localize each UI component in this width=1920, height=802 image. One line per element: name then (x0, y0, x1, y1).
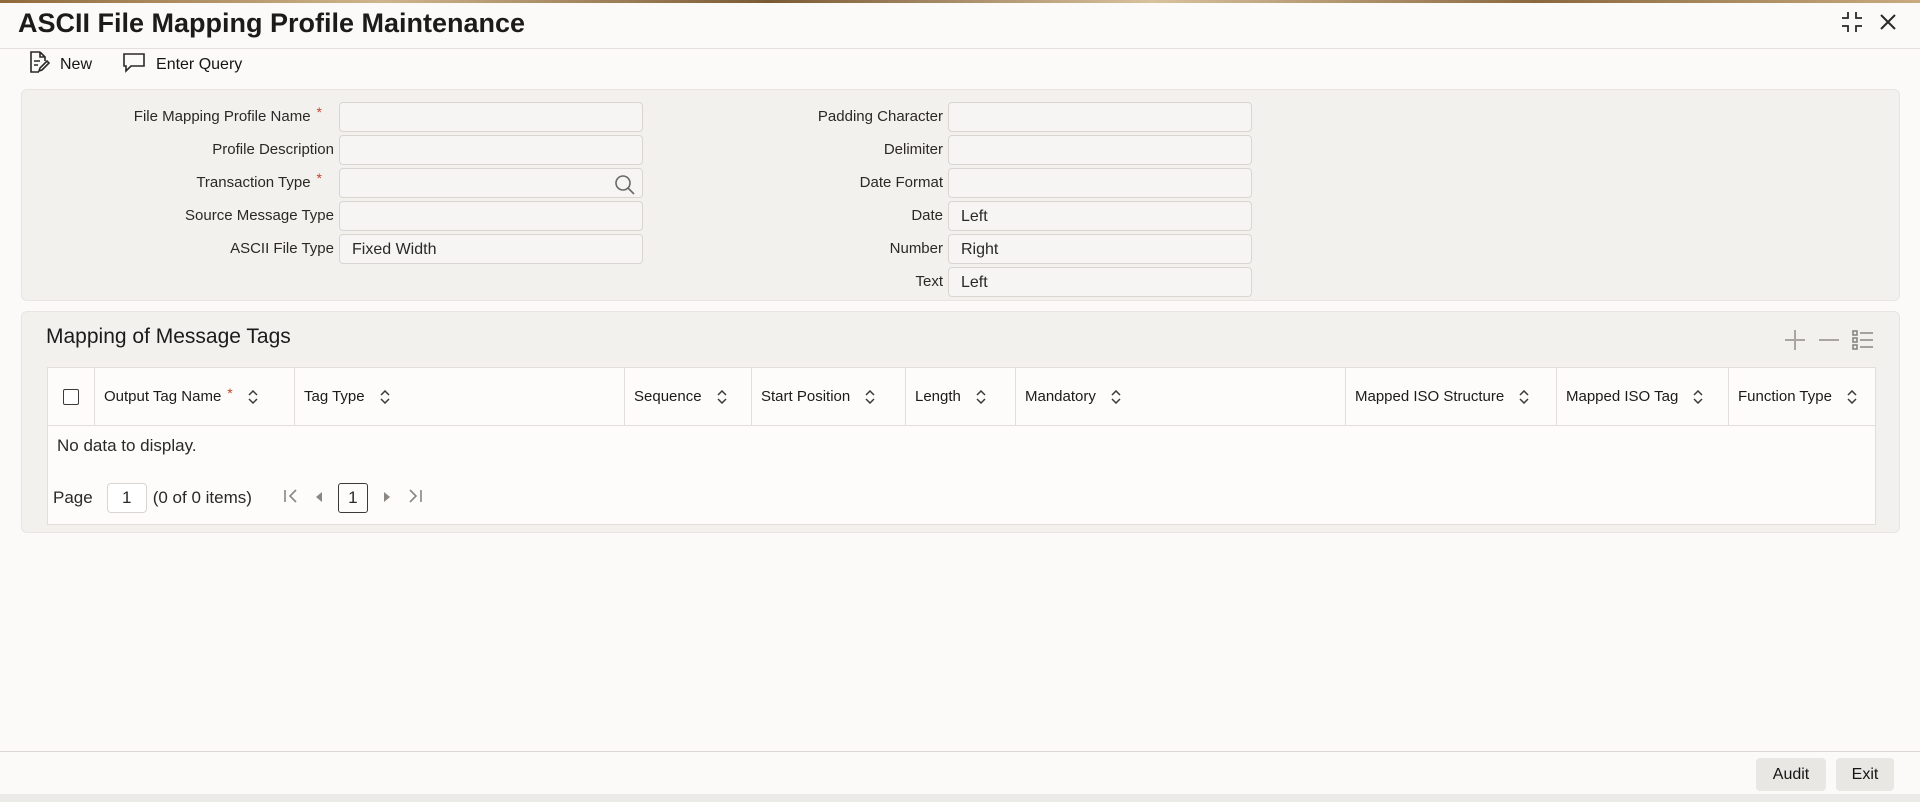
date-format-label: Date Format (859, 174, 943, 191)
date-label: Date (911, 207, 943, 224)
list-view-icon[interactable] (1851, 328, 1875, 357)
enter-query-button[interactable]: Enter Query (122, 51, 242, 78)
sort-icon[interactable] (1692, 389, 1704, 404)
sort-icon[interactable] (975, 389, 987, 404)
enter-query-label: Enter Query (156, 55, 243, 73)
transaction-type-label: Transaction Type * (196, 170, 322, 191)
mapping-table: Output Tag Name * Tag Type Sequence Start… (47, 367, 1876, 525)
date-alignment-select[interactable]: Left (948, 201, 1252, 231)
profile-description-label: Profile Description (212, 141, 334, 158)
number-alignment-select[interactable]: Right (948, 234, 1252, 264)
profile-description-input[interactable] (339, 135, 643, 165)
required-marker: * (316, 170, 322, 186)
mapping-panel: Mapping of Message Tags Output Tag Name * (21, 311, 1900, 533)
grid-controls (1783, 328, 1875, 357)
sort-icon[interactable] (1518, 389, 1530, 404)
sort-icon[interactable] (864, 389, 876, 404)
items-count: (0 of 0 items) (152, 488, 252, 507)
last-page-icon[interactable] (406, 488, 424, 509)
toolbar: New Enter Query (26, 50, 242, 79)
sort-icon[interactable] (379, 389, 391, 404)
col-mapped-iso-tag[interactable]: Mapped ISO Tag (1557, 368, 1729, 425)
transaction-type-input[interactable] (339, 168, 643, 198)
required-marker: * (227, 384, 233, 401)
query-icon (122, 51, 146, 78)
table-header: Output Tag Name * Tag Type Sequence Start… (48, 368, 1875, 426)
col-sequence[interactable]: Sequence (625, 368, 752, 425)
new-record-icon (26, 50, 51, 79)
select-all-checkbox[interactable] (63, 388, 79, 405)
ascii-file-type-label: ASCII File Type (230, 240, 334, 257)
current-page[interactable]: 1 (337, 483, 368, 513)
new-button[interactable]: New (26, 50, 92, 79)
next-page-icon[interactable] (382, 488, 392, 508)
padding-character-label: Padding Character (817, 108, 943, 125)
top-decor-strip (0, 0, 1920, 3)
plus-icon[interactable] (1783, 328, 1807, 357)
page-nav: 1 (282, 483, 424, 513)
col-mapped-iso-structure[interactable]: Mapped ISO Structure (1346, 368, 1557, 425)
col-mandatory[interactable]: Mandatory (1016, 368, 1346, 425)
bottom-strip (0, 794, 1920, 802)
header-divider (0, 48, 1920, 49)
page-label: Page (53, 488, 93, 507)
new-button-label: New (60, 55, 93, 73)
close-icon[interactable] (1878, 12, 1898, 37)
select-all-cell (48, 368, 95, 425)
pagination: Page 1 (0 of 0 items) 1 (53, 483, 424, 513)
page-number-input[interactable]: 1 (106, 483, 147, 513)
col-length[interactable]: Length (906, 368, 1016, 425)
number-label: Number (889, 240, 943, 257)
delimiter-input[interactable] (948, 135, 1252, 165)
prev-page-icon[interactable] (314, 488, 324, 508)
minus-icon[interactable] (1817, 328, 1841, 357)
empty-message: No data to display. (57, 436, 197, 455)
source-message-type-input[interactable] (339, 201, 643, 231)
sort-icon[interactable] (716, 389, 728, 404)
col-function-type[interactable]: Function Type (1729, 368, 1875, 425)
sort-icon[interactable] (1846, 389, 1858, 404)
window-controls (1840, 10, 1898, 39)
sort-icon[interactable] (247, 389, 259, 404)
collapse-icon[interactable] (1840, 10, 1864, 39)
profile-details-panel: File Mapping Profile Name * Profile Descr… (21, 89, 1900, 301)
sort-icon[interactable] (1110, 389, 1122, 404)
file-mapping-profile-name-input[interactable] (339, 102, 643, 132)
section-title: Mapping of Message Tags (46, 325, 291, 348)
text-label: Text (915, 273, 943, 290)
page-title: ASCII File Mapping Profile Maintenance (18, 8, 526, 38)
audit-button[interactable]: Audit (1756, 758, 1826, 791)
text-alignment-select[interactable]: Left (948, 267, 1252, 297)
col-output-tag-name[interactable]: Output Tag Name * (95, 368, 295, 425)
col-tag-type[interactable]: Tag Type (295, 368, 625, 425)
ascii-file-type-select[interactable]: Fixed Width (339, 234, 643, 264)
required-marker: * (316, 104, 322, 120)
delimiter-label: Delimiter (883, 141, 943, 158)
first-page-icon[interactable] (282, 488, 300, 509)
source-message-type-label: Source Message Type (185, 207, 334, 224)
exit-button[interactable]: Exit (1836, 758, 1894, 791)
col-start-position[interactable]: Start Position (752, 368, 906, 425)
footer-bar: Audit Exit (0, 751, 1920, 795)
padding-character-input[interactable] (948, 102, 1252, 132)
date-format-input[interactable] (948, 168, 1252, 198)
file-mapping-profile-name-label: File Mapping Profile Name * (133, 104, 322, 125)
